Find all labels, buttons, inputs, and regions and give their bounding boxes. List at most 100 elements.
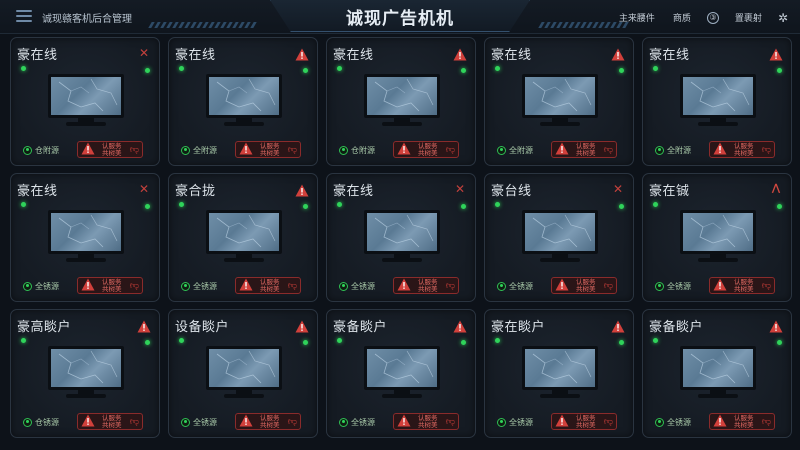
device-card[interactable]: 豪在线全附源 认服务 共树美 👎︎ [642, 37, 792, 166]
alert-button[interactable]: 认服务 共树美 👎︎ [709, 413, 775, 430]
warning-icon [713, 276, 727, 295]
alert-button[interactable]: 认服务 共树美 👎︎ [235, 277, 301, 294]
monitor-base [540, 122, 580, 126]
alert-button[interactable]: 认服务 共树美 👎︎ [77, 277, 143, 294]
device-title: 豪在睒户 [491, 320, 546, 335]
alert-button[interactable]: 认服务 共树美 👎︎ [551, 141, 617, 158]
device-title: 豪在线 [649, 48, 690, 63]
chevron-up-icon[interactable]: ⋀ [769, 182, 783, 196]
device-title: 豪在线 [17, 48, 58, 63]
alert-button[interactable]: 认服务 共树美 👎︎ [709, 277, 775, 294]
status-led [619, 68, 624, 73]
alert-button[interactable]: 认服务 共树美 👎︎ [77, 141, 143, 158]
device-card[interactable]: 豪备睒户 全锈源 认服务 共树美 👎︎ [642, 309, 792, 438]
monitor-icon [206, 210, 282, 264]
status-led [21, 202, 26, 207]
status-led [145, 68, 150, 73]
monitor-base [698, 122, 738, 126]
online-status-label: 全锈源 [193, 281, 217, 291]
online-dot-icon [497, 281, 506, 291]
alert-button[interactable]: 认服务 共树美 👎︎ [393, 141, 459, 158]
status-led [337, 66, 342, 71]
online-dot-icon [23, 145, 32, 155]
x-icon[interactable]: ✕ [137, 46, 151, 60]
online-status: 全附源 [179, 143, 220, 157]
online-dot-icon [181, 417, 190, 427]
warning-icon[interactable] [611, 46, 625, 61]
header-link-2[interactable]: 商质 [671, 9, 693, 26]
online-status: 全锈源 [653, 279, 694, 293]
thumbs-down-icon: 👎︎ [287, 416, 297, 427]
alert-text: 认服务 共树美 [260, 413, 280, 429]
device-card[interactable]: 豪在线 ✕ 全锈源 认服务 共树美 👎︎ [10, 173, 160, 302]
online-status: 全附源 [653, 143, 694, 157]
alert-button[interactable]: 认服务 共树美 👎︎ [235, 413, 301, 430]
alert-button[interactable]: 认服务 共树美 👎︎ [393, 413, 459, 430]
monitor-screen [680, 346, 756, 390]
warning-icon [555, 140, 569, 159]
warning-icon[interactable] [295, 46, 309, 61]
status-led [145, 204, 150, 209]
online-status: 全锈源 [653, 415, 694, 429]
device-card[interactable]: 豪在线 全附源 认服务 共树美 👎︎ [168, 37, 318, 166]
help-icon[interactable]: ③ [706, 11, 719, 24]
online-dot-icon [181, 145, 190, 155]
device-card[interactable]: 豪备睒户 全锈源 认服务 共树美 👎︎ [326, 309, 476, 438]
device-title: 设备睒户 [175, 320, 230, 335]
online-status: 仓附源 [337, 143, 378, 157]
monitor-base [698, 394, 738, 398]
header-link-3[interactable]: 置裹射 [733, 9, 764, 26]
menu-icon[interactable] [16, 10, 32, 22]
x-icon[interactable]: ✕ [453, 182, 467, 196]
gear-icon[interactable]: ✲ [778, 11, 788, 25]
monitor-icon [522, 346, 598, 400]
device-card[interactable]: 豪台线 ✕ 全锈源 认服务 共树美 👎︎ [484, 173, 634, 302]
status-led [337, 338, 342, 343]
online-status: 全锈源 [21, 279, 62, 293]
monitor-screen [680, 74, 756, 118]
device-card[interactable]: 豪在睒户 全锈源 认服务 共树美 👎︎ [484, 309, 634, 438]
status-led [303, 204, 308, 209]
device-card[interactable]: 豪高睒户 仓锈源 认服务 共树美 👎︎ [10, 309, 160, 438]
alert-button[interactable]: 认服务 共树美 👎︎ [709, 141, 775, 158]
warning-icon[interactable] [453, 318, 467, 333]
online-status-label: 全锈源 [667, 281, 691, 291]
device-card[interactable]: 豪合拢 全锈源 认服务 共树美 👎︎ [168, 173, 318, 302]
thumbs-down-icon: 👎︎ [603, 280, 613, 291]
online-status: 仓附源 [21, 143, 62, 157]
device-card[interactable]: 豪在线 全附源 认服务 共树美 👎︎ [484, 37, 634, 166]
alert-button[interactable]: 认服务 共树美 👎︎ [393, 277, 459, 294]
warning-icon[interactable] [137, 318, 151, 333]
thumbs-down-icon: 👎︎ [287, 144, 297, 155]
alert-button[interactable]: 认服务 共树美 👎︎ [551, 413, 617, 430]
alert-button[interactable]: 认服务 共树美 👎︎ [551, 277, 617, 294]
page-title: 诚现广告机机 [346, 9, 454, 29]
status-led [21, 338, 26, 343]
warning-icon[interactable] [769, 46, 783, 61]
warning-icon[interactable] [453, 46, 467, 61]
online-dot-icon [497, 145, 506, 155]
alert-text: 认服务 共树美 [418, 141, 438, 157]
monitor-screen [522, 74, 598, 118]
warning-icon[interactable] [769, 318, 783, 333]
device-card[interactable]: 设备睒户 全锈源 认服务 共树美 👎︎ [168, 309, 318, 438]
device-card[interactable]: 豪在铖 ⋀ 全锈源 认服务 共树美 👎︎ [642, 173, 792, 302]
monitor-screen [364, 210, 440, 254]
online-dot-icon [655, 417, 664, 427]
warning-icon[interactable] [295, 182, 309, 197]
warning-icon [81, 412, 95, 431]
warning-icon[interactable] [611, 318, 625, 333]
x-icon[interactable]: ✕ [611, 182, 625, 196]
online-dot-icon [497, 417, 506, 427]
device-card[interactable]: 豪在线 ✕ 仓附源 认服务 共树美 👎︎ [10, 37, 160, 166]
alert-button[interactable]: 认服务 共树美 👎︎ [77, 413, 143, 430]
online-status-label: 仓附源 [35, 145, 59, 155]
header-link-1[interactable]: 主来腰件 [617, 9, 657, 26]
x-icon[interactable]: ✕ [137, 182, 151, 196]
monitor-base [224, 394, 264, 398]
device-card[interactable]: 豪在线 ✕ 全锈源 认服务 共树美 👎︎ [326, 173, 476, 302]
device-card[interactable]: 豪在线 仓附源 认服务 共树美 👎︎ [326, 37, 476, 166]
warning-icon[interactable] [295, 318, 309, 333]
online-status-label: 全附源 [667, 145, 691, 155]
alert-button[interactable]: 认服务 共树美 👎︎ [235, 141, 301, 158]
